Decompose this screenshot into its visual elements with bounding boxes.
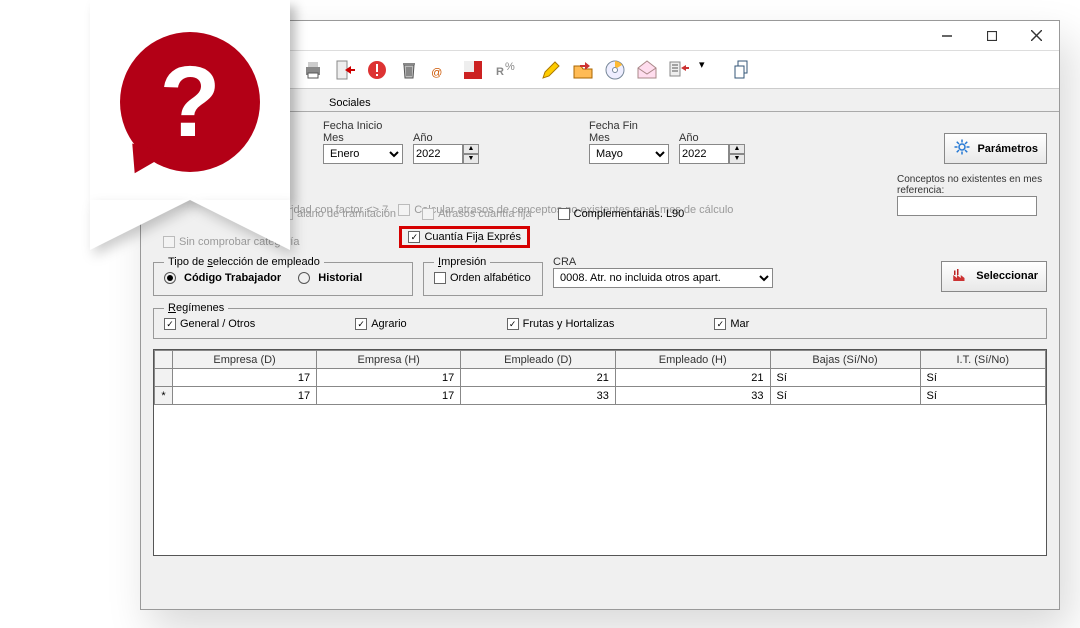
grid-header-row: Empresa (D) Empresa (H) Empleado (D) Emp…	[155, 351, 1046, 369]
cuantia-fija-expres-highlight: ✓ Cuantía Fija Exprés	[399, 226, 530, 248]
table-row[interactable]: * 17 17 33 33 Sí Sí	[155, 387, 1046, 405]
regimen-general-checkbox[interactable]: ✓General / Otros	[164, 318, 255, 330]
gear-icon	[953, 138, 971, 159]
regimen-agrario-checkbox[interactable]: ✓Agrario	[355, 318, 406, 330]
mes-inicio-select[interactable]: Enero	[323, 144, 403, 164]
cuantia-fija-expres-checkbox[interactable]: ✓ Cuantía Fija Exprés	[408, 231, 521, 243]
factory-icon	[950, 266, 970, 287]
mail-open-icon[interactable]	[635, 58, 659, 82]
email-icon[interactable]: @	[429, 58, 453, 82]
fecha-inicio-label: Fecha Inicio	[323, 120, 479, 132]
impresion-fieldset: Impresión Orden alfabético	[423, 256, 543, 296]
seleccionar-label: Seleccionar	[976, 270, 1038, 282]
orden-alfabetico-checkbox[interactable]: Orden alfabético	[434, 272, 531, 284]
atrasos-cuantia-checkbox: Atrasos cuantía fija	[422, 208, 532, 220]
conceptos-label: Conceptos no existentes en mes referenci…	[897, 174, 1047, 196]
rate-icon[interactable]: R%	[493, 58, 517, 82]
maximize-button[interactable]	[969, 21, 1014, 51]
regimen-mar-checkbox[interactable]: ✓Mar	[714, 318, 749, 330]
svg-text:@: @	[431, 67, 442, 79]
speech-icon[interactable]: ▾	[699, 58, 723, 82]
print-icon[interactable]	[301, 58, 325, 82]
minimize-button[interactable]	[924, 21, 969, 51]
parametros-label: Parámetros	[977, 143, 1038, 155]
cra-label: CRA	[553, 256, 783, 268]
parametros-button[interactable]: Parámetros	[944, 133, 1047, 164]
contract-exit-icon[interactable]	[333, 58, 357, 82]
cra-select[interactable]: 0008. Atr. no incluida otros apart.	[553, 268, 773, 288]
building-icon[interactable]	[461, 58, 485, 82]
close-button[interactable]	[1014, 21, 1059, 51]
alert-icon[interactable]	[365, 58, 389, 82]
complementarias-checkbox[interactable]: Complementarias. L90	[558, 208, 685, 220]
list-send-icon[interactable]	[667, 58, 691, 82]
question-ribbon-overlay: ?	[90, 0, 290, 260]
impresion-legend: Impresión	[434, 256, 490, 268]
radio-historial[interactable]: Historial	[298, 272, 362, 284]
pencil-icon[interactable]	[539, 58, 563, 82]
cd-icon[interactable]	[603, 58, 627, 82]
ano-inicio-label: Año	[413, 132, 479, 144]
svg-text:%: %	[505, 61, 515, 73]
regimen-frutas-checkbox[interactable]: ✓Frutas y Hortalizas	[507, 318, 615, 330]
regimenes-fieldset: Regímenes ✓General / Otros ✓Agrario ✓Fru…	[153, 302, 1047, 339]
mes-inicio-label: Mes	[323, 132, 403, 144]
ano-fin-label: Año	[679, 132, 745, 144]
regimenes-legend: Regímenes	[164, 302, 228, 314]
data-grid[interactable]: Empresa (D) Empresa (H) Empleado (D) Emp…	[153, 349, 1047, 556]
trash-icon[interactable]	[397, 58, 421, 82]
conceptos-input[interactable]	[897, 196, 1037, 216]
fecha-fin-label: Fecha Fin	[589, 120, 745, 132]
mes-fin-select[interactable]: Mayo	[589, 144, 669, 164]
doc-stack-icon[interactable]	[731, 58, 755, 82]
salario-tramitacion-checkbox: alario de tramitación	[281, 208, 396, 220]
radio-codigo-trabajador[interactable]: Código Trabajador	[164, 272, 281, 284]
table-row[interactable]: 17 17 21 21 Sí Sí	[155, 369, 1046, 387]
mes-fin-label: Mes	[589, 132, 669, 144]
svg-text:R: R	[496, 66, 504, 78]
tab-sociales[interactable]: Sociales	[321, 95, 379, 111]
tipo-seleccion-fieldset: Tipo de selección de empleado Código Tra…	[153, 256, 413, 296]
ano-inicio-spinner[interactable]: ▲▼	[413, 144, 479, 164]
ano-fin-spinner[interactable]: ▲▼	[679, 144, 745, 164]
folder-send-icon[interactable]	[571, 58, 595, 82]
seleccionar-button[interactable]: Seleccionar	[941, 261, 1047, 292]
